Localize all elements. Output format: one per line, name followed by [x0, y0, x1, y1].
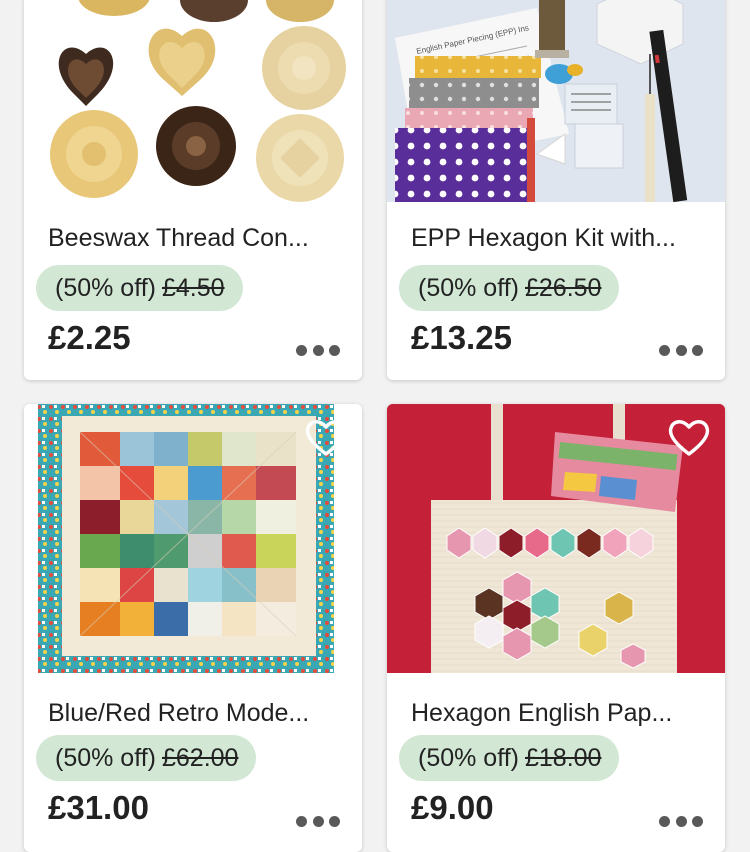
product-card[interactable]: English Paper Piecing (EPP) Ins EPP Hexa…	[387, 0, 725, 380]
heart-outline-icon[interactable]	[304, 416, 348, 458]
discount-badge: (50% off) £18.00	[399, 735, 620, 781]
discount-percent: (50% off)	[418, 744, 519, 772]
discount-percent: (50% off)	[55, 744, 156, 772]
heart-outline-icon[interactable]	[667, 416, 711, 458]
more-options-icon[interactable]	[296, 814, 340, 828]
product-image[interactable]: English Paper Piecing (EPP) Ins	[387, 0, 725, 202]
product-card[interactable]: Beeswax Thread Con... (50% off) £4.50 £2.…	[24, 0, 362, 380]
sale-price: £9.00	[411, 789, 494, 826]
discount-badge: (50% off) £26.50	[399, 265, 620, 311]
discount-percent: (50% off)	[418, 274, 519, 302]
more-options-icon[interactable]	[659, 343, 703, 357]
product-title[interactable]: EPP Hexagon Kit with...	[411, 224, 705, 253]
original-price: £18.00	[524, 744, 602, 772]
original-price: £62.00	[161, 744, 239, 772]
discount-badge: (50% off) £4.50	[36, 265, 243, 311]
sale-price: £2.25	[48, 319, 131, 356]
beeswax-melts-photo	[24, 0, 362, 202]
more-options-icon[interactable]	[659, 814, 703, 828]
product-card[interactable]: Blue/Red Retro Mode... (50% off) £62.00 £…	[24, 404, 362, 852]
sale-price: £13.25	[411, 319, 512, 356]
discount-badge: (50% off) £62.00	[36, 735, 257, 781]
product-title[interactable]: Beeswax Thread Con...	[48, 224, 342, 253]
original-price: £4.50	[161, 274, 225, 302]
original-price: £26.50	[524, 274, 602, 302]
more-options-icon[interactable]	[296, 343, 340, 357]
product-title[interactable]: Blue/Red Retro Mode...	[48, 699, 342, 728]
product-card[interactable]: Hexagon English Pap... (50% off) £18.00 £…	[387, 404, 725, 852]
product-title[interactable]: Hexagon English Pap...	[411, 699, 705, 728]
epp-kit-photo: English Paper Piecing (EPP) Ins	[387, 0, 725, 202]
product-image[interactable]	[24, 0, 362, 202]
discount-percent: (50% off)	[55, 274, 156, 302]
sale-price: £31.00	[48, 789, 149, 826]
